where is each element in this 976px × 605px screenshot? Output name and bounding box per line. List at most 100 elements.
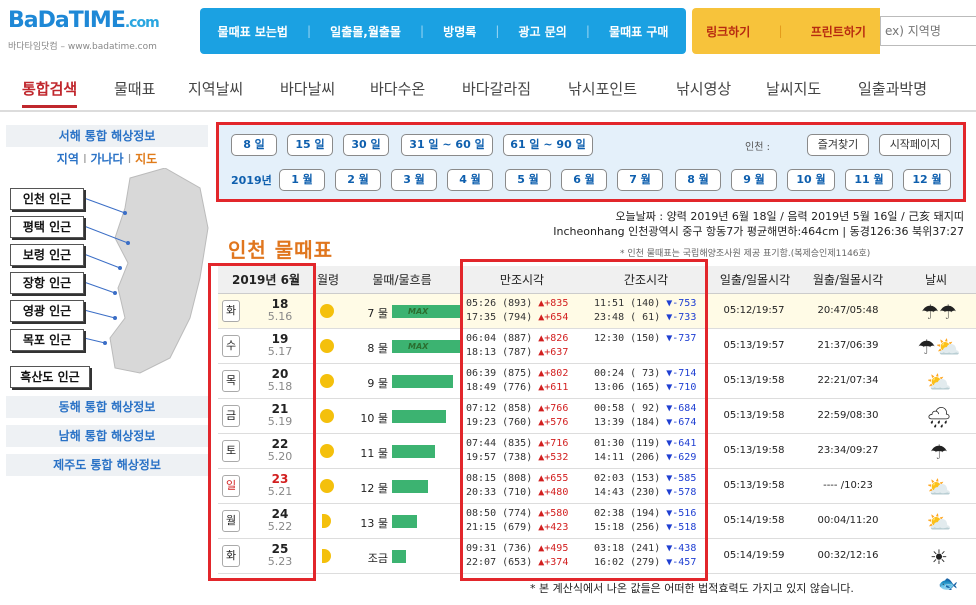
col-tide-flow: 물때/물흐름 — [342, 266, 462, 294]
footnote: * 본 계산식에서 나온 값들은 어떠한 법적효력도 가지고 있지 않습니다. — [530, 582, 854, 595]
month-12[interactable]: 12 월 — [903, 169, 951, 191]
homepage-button[interactable]: 시작페이지 — [879, 134, 951, 156]
nav-sea-weather[interactable]: 바다날씨 — [280, 78, 335, 99]
col-weather: 날씨 — [896, 266, 976, 294]
nav-fishing-video[interactable]: 낚시영상 — [676, 78, 731, 99]
page-title: 인천 물때표 — [228, 238, 333, 262]
topnav-divider: | — [495, 24, 500, 38]
region-pyeongtaek[interactable]: 평택 인근 — [10, 216, 84, 238]
tide-label: 조금 — [367, 552, 388, 565]
region-boryeong[interactable]: 보령 인근 — [10, 244, 84, 266]
month-9[interactable]: 9 월 — [731, 169, 777, 191]
range-15-days[interactable]: 15 일 — [287, 134, 333, 156]
west-sea-title[interactable]: 서해 통합 해상정보 — [6, 125, 208, 147]
flow-bar — [392, 445, 435, 458]
logo-time: TIME — [68, 8, 126, 33]
location-label: 인천 : — [745, 142, 770, 153]
source-note: * 인천 물때표는 국립해양조사원 제공 표기함.(복제승인제1146호) — [620, 249, 871, 259]
sort-map-link[interactable]: 지도 — [135, 152, 157, 166]
site-logo[interactable]: BaDaTIME.com 바다타임닷컴 – www.badatime.com — [8, 8, 198, 56]
main-nav: 통합검색 물때표 지역날씨 바다날씨 바다수온 바다갈라짐 낚시포인트 낚시영상… — [0, 66, 976, 112]
month-6[interactable]: 6 월 — [561, 169, 607, 191]
action-bar: 링크하기 | 프린트하기 — [692, 8, 880, 54]
topnav-divider: | — [420, 24, 425, 38]
today-date: 오늘날짜 : 양력 2019년 6월 18일 / 음력 2019년 5월 16일… — [615, 210, 964, 223]
flow-bar — [392, 480, 428, 493]
logo-subtitle: 바다타임닷컴 – www.badatime.com — [8, 42, 157, 52]
nav-tide-table[interactable]: 물때표 — [114, 78, 155, 99]
topnav-sunrise[interactable]: 일출몰,월출몰 — [330, 23, 401, 40]
date-highlight-box — [208, 263, 316, 581]
flow-bar — [392, 515, 417, 528]
topnav-purchase[interactable]: 물때표 구매 — [609, 23, 668, 40]
nav-sea-temp[interactable]: 바다수온 — [370, 78, 425, 99]
sort-alpha-link[interactable]: 가나다 — [90, 152, 123, 166]
region-incheon[interactable]: 인천 인근 — [10, 188, 84, 210]
col-moonrise: 월출/월몰시각 — [800, 266, 896, 294]
range-8-days[interactable]: 8 일 — [231, 134, 277, 156]
moon-phase-icon — [320, 339, 334, 353]
period-selector: 8 일 15 일 30 일 31 일 ~ 60 일 61 일 ~ 90 일 인천… — [216, 122, 966, 202]
month-4[interactable]: 4 월 — [447, 169, 493, 191]
range-30-days[interactable]: 30 일 — [343, 134, 389, 156]
nav-local-weather[interactable]: 지역날씨 — [188, 78, 243, 99]
flow-bar — [392, 550, 406, 563]
month-11[interactable]: 11 월 — [845, 169, 893, 191]
search-input[interactable] — [880, 16, 976, 46]
link-button[interactable]: 링크하기 — [706, 23, 750, 40]
topnav-divider: | — [585, 24, 590, 38]
month-10[interactable]: 10 월 — [787, 169, 835, 191]
topnav-ads[interactable]: 광고 문의 — [519, 23, 567, 40]
top-nav-bar: 물때표 보는법 | 일출몰,월출몰 | 방명록 | 광고 문의 | 물때표 구매 — [200, 8, 686, 54]
topnav-guide[interactable]: 물때표 보는법 — [218, 23, 288, 40]
logo-com: .com — [124, 15, 160, 31]
fish-icon: 🐟 — [938, 574, 958, 593]
nav-fishing-point[interactable]: 낚시포인트 — [568, 78, 637, 99]
moon-phase-icon — [320, 479, 334, 493]
max-label: MAX — [408, 342, 429, 351]
flow-bar — [392, 410, 446, 423]
month-5[interactable]: 5 월 — [505, 169, 551, 191]
month-3[interactable]: 3 월 — [391, 169, 437, 191]
action-divider: | — [778, 24, 783, 38]
month-2[interactable]: 2 월 — [335, 169, 381, 191]
topnav-divider: | — [307, 24, 312, 38]
year-label: 2019년 — [231, 174, 272, 187]
print-button[interactable]: 프린트하기 — [811, 23, 866, 40]
south-sea-button[interactable]: 남해 통합 해상정보 — [6, 425, 208, 447]
sort-region-link[interactable]: 지역 — [57, 152, 79, 166]
month-7[interactable]: 7 월 — [617, 169, 663, 191]
korea-map — [83, 168, 209, 374]
logo-bada: BaDa — [8, 8, 70, 33]
sort-divider: I — [127, 152, 136, 166]
region-heuksando[interactable]: 흑산도 인근 — [10, 366, 90, 388]
logo-text: BaDaTIME.com — [8, 8, 198, 36]
col-moon-age: 월령 — [314, 266, 342, 294]
nav-integrated-search[interactable]: 통합검색 — [22, 78, 78, 108]
nav-sea-parting[interactable]: 바다갈라짐 — [462, 78, 531, 99]
topnav-guestbook[interactable]: 방명록 — [443, 23, 476, 40]
moon-phase-icon — [320, 409, 334, 423]
region-janghang[interactable]: 장항 인근 — [10, 272, 84, 294]
month-1[interactable]: 1 월 — [279, 169, 325, 191]
month-8[interactable]: 8 월 — [675, 169, 721, 191]
moon-phase-icon — [322, 549, 331, 563]
favorite-button[interactable]: 즐겨찾기 — [807, 134, 869, 156]
moon-phase-icon — [320, 304, 334, 318]
col-sunrise: 일출/일몰시각 — [710, 266, 800, 294]
moon-phase-icon — [320, 374, 334, 388]
nav-weather-map[interactable]: 날씨지도 — [766, 78, 821, 99]
range-31-60-days[interactable]: 31 일 ~ 60 일 — [401, 134, 493, 156]
jeju-button[interactable]: 제주도 통합 해상정보 — [6, 454, 208, 476]
east-sea-button[interactable]: 동해 통합 해상정보 — [6, 396, 208, 418]
flow-bar — [392, 375, 453, 388]
nav-sunrise-twilight[interactable]: 일출과박명 — [858, 78, 927, 99]
sidebar-sort-links: 지역 I 가나다 I 지도 — [6, 150, 208, 167]
location-info: Incheonhang 인천광역시 중구 항동7가 평균해면하:464cm | … — [553, 225, 964, 238]
tide-highlight-box — [460, 259, 708, 581]
region-yeonggwang[interactable]: 영광 인근 — [10, 300, 84, 322]
region-mokpo[interactable]: 목포 인근 — [10, 329, 84, 351]
range-61-90-days[interactable]: 61 일 ~ 90 일 — [503, 134, 593, 156]
max-label: MAX — [408, 307, 429, 316]
moon-phase-icon — [320, 444, 334, 458]
